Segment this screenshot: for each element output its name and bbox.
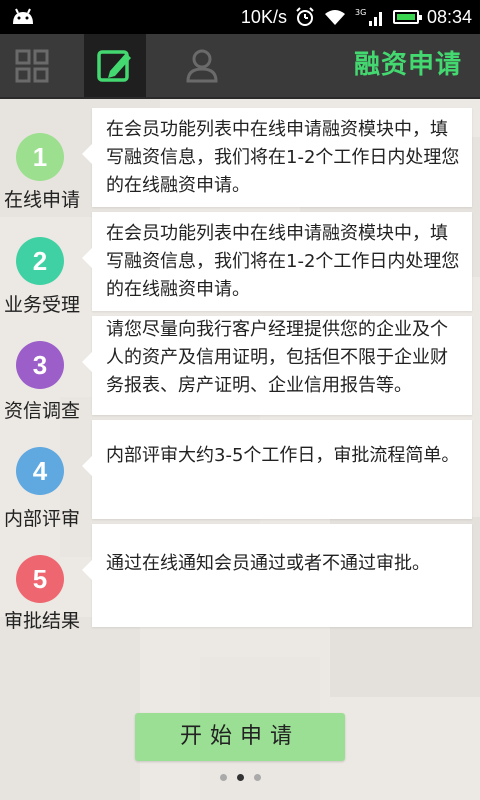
wifi-icon <box>324 10 345 25</box>
page-dot <box>253 774 261 781</box>
step-description: 请您尽量向我行客户经理提供您的企业及个人的资产及信用证明，包括但不限于企业财务报… <box>106 319 448 396</box>
clock: 08:34 <box>426 6 472 27</box>
step-card: 请您尽量向我行客户经理提供您的企业及个人的资产及信用证明，包括但不限于企业财务报… <box>82 316 472 415</box>
status-bar: 10K/s 3G 08:34 <box>0 0 480 34</box>
step-card: 在会员功能列表中在线申请融资模块中，填写融资信息，我们将在1-2个工作日内处理您… <box>82 108 472 207</box>
network-type: 3G <box>355 8 366 17</box>
page-dot-active <box>236 774 244 781</box>
user-icon <box>186 49 218 82</box>
step-number-badge: 5 <box>16 555 64 603</box>
step-label: 审批结果 <box>3 610 80 632</box>
tab-user[interactable] <box>170 34 234 97</box>
page-dot <box>219 774 227 781</box>
app-header: 融资申请 <box>0 34 480 99</box>
step-number-badge: 2 <box>16 237 64 285</box>
battery-icon <box>392 10 422 24</box>
step-label: 业务受理 <box>3 294 80 316</box>
net-speed: 10K/s <box>240 6 287 27</box>
step-card: 在会员功能列表中在线申请融资模块中，填写融资信息，我们将在1-2个工作日内处理您… <box>82 212 472 311</box>
grid-icon <box>15 49 49 82</box>
android-icon <box>13 8 33 24</box>
page-indicator <box>0 774 480 781</box>
step-label: 在线申请 <box>3 189 80 211</box>
step-description: 在会员功能列表中在线申请融资模块中，填写融资信息，我们将在1-2个工作日内处理您… <box>106 223 460 300</box>
tab-grid[interactable] <box>0 34 64 97</box>
step-description: 内部评审大约3-5个工作日，审批流程简单。 <box>106 445 460 466</box>
signal-icon: 3G <box>355 8 382 26</box>
step-description: 在会员功能列表中在线申请融资模块中，填写融资信息，我们将在1-2个工作日内处理您… <box>106 119 460 196</box>
alarm-icon <box>296 7 314 26</box>
page-title: 融资申请 <box>353 50 462 80</box>
tab-edit[interactable] <box>84 34 146 97</box>
step-number-badge: 3 <box>16 341 64 389</box>
start-application-button[interactable]: 开始申请 <box>135 713 345 761</box>
step-card: 内部评审大约3-5个工作日，审批流程简单。 <box>82 420 472 519</box>
step-number-badge: 1 <box>16 133 64 181</box>
step-label: 资信调查 <box>3 400 80 422</box>
step-description: 通过在线通知会员通过或者不通过审批。 <box>106 553 430 574</box>
edit-icon <box>97 49 131 82</box>
step-label: 内部评审 <box>3 508 80 530</box>
step-number-badge: 4 <box>16 447 64 495</box>
step-card: 通过在线通知会员通过或者不通过审批。 <box>82 524 472 627</box>
